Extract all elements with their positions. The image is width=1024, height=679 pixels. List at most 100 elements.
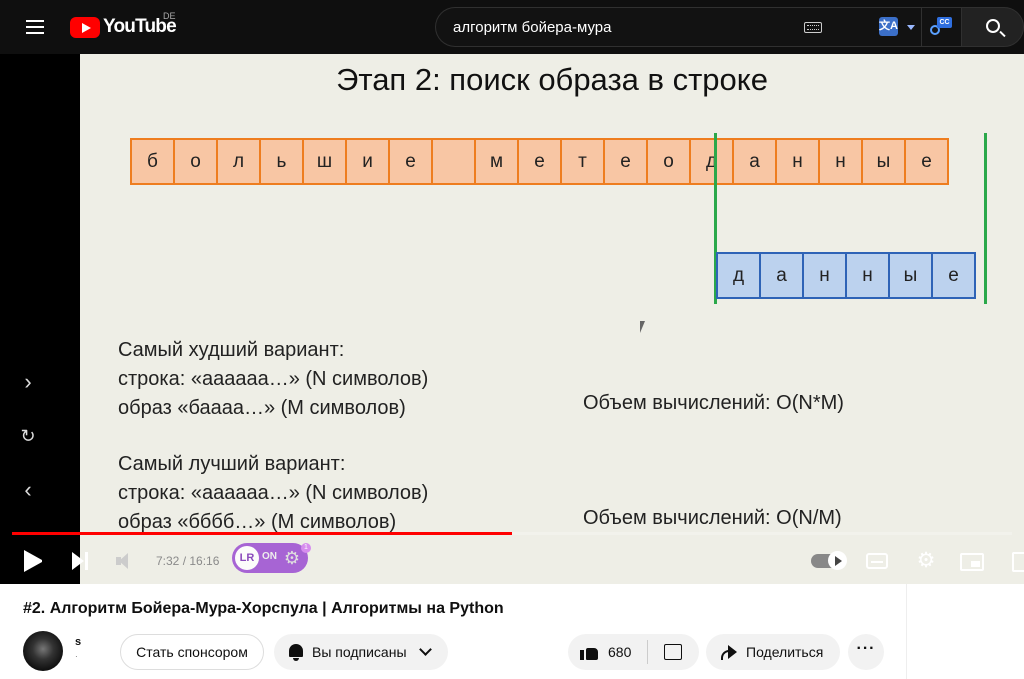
hamburger-icon-bar bbox=[26, 26, 44, 28]
youtube-play-icon bbox=[70, 16, 100, 38]
search-input[interactable] bbox=[453, 8, 793, 46]
youtube-logo[interactable]: YouTube bbox=[70, 15, 177, 39]
best-case-cost: Объем вычислений: O(N/M) bbox=[583, 507, 842, 529]
keyboard-icon[interactable] bbox=[804, 22, 822, 33]
divider bbox=[906, 584, 907, 679]
chevron-down-icon bbox=[419, 643, 432, 656]
string-cell: а bbox=[732, 138, 777, 185]
like-button[interactable]: 680 bbox=[568, 634, 646, 670]
string-cell: д bbox=[689, 138, 734, 185]
string-cell bbox=[431, 138, 476, 185]
string-cells: большиеметеоданные bbox=[130, 138, 949, 185]
worst-case-block: Самый худший вариант: строка: «аааааа…» … bbox=[118, 336, 428, 423]
video-title: #2. Алгоритм Бойера-Мура-Хорспула | Алго… bbox=[23, 600, 504, 617]
chevron-left-icon[interactable]: ‹ bbox=[16, 478, 40, 502]
slide-title: Этап 2: поиск образа в строке bbox=[336, 62, 768, 97]
volume-icon[interactable] bbox=[116, 552, 138, 570]
string-cell: е bbox=[388, 138, 433, 185]
sponsor-button[interactable]: Стать спонсором bbox=[120, 634, 264, 670]
video-player[interactable]: Этап 2: поиск образа в строке большиемет… bbox=[0, 54, 1024, 584]
best-case-heading: Самый лучший вариант: bbox=[118, 453, 346, 475]
more-actions-button[interactable]: ··· bbox=[848, 634, 884, 670]
string-cell: е bbox=[904, 138, 949, 185]
string-cell: е bbox=[517, 138, 562, 185]
extension-logo: LR bbox=[235, 546, 259, 570]
string-cell: н bbox=[818, 138, 863, 185]
slide-frame: Этап 2: поиск образа в строке большиемет… bbox=[80, 54, 1024, 584]
worst-case-string: строка: «аааааа…» (N символов) bbox=[118, 368, 429, 390]
time-display: 7:32 / 16:16 bbox=[156, 554, 220, 568]
region-code: DE bbox=[163, 11, 176, 21]
autoplay-toggle[interactable] bbox=[811, 551, 847, 570]
thumbs-down-icon bbox=[664, 644, 682, 660]
channel-subscribers: · bbox=[75, 652, 78, 661]
notification-badge: 1 bbox=[301, 543, 311, 553]
mouse-cursor-icon bbox=[640, 321, 645, 333]
alignment-line-right bbox=[984, 133, 987, 304]
settings-gear-icon[interactable]: ⚙ bbox=[914, 550, 938, 572]
play-button[interactable] bbox=[24, 550, 44, 572]
subscribed-button[interactable]: Вы подписаны bbox=[274, 634, 448, 670]
cc-badge: CC bbox=[937, 17, 952, 28]
refresh-icon[interactable]: ↻ bbox=[16, 424, 40, 448]
progress-bar[interactable] bbox=[12, 532, 1012, 535]
masthead: YouTube DE 文A CC bbox=[0, 0, 1024, 54]
string-cell: л bbox=[216, 138, 261, 185]
string-cell: б bbox=[130, 138, 175, 185]
progress-played bbox=[12, 532, 512, 535]
share-icon bbox=[720, 643, 738, 661]
string-cell: ь bbox=[259, 138, 304, 185]
miniplayer-button[interactable] bbox=[960, 553, 984, 571]
chevron-right-icon[interactable]: › bbox=[16, 370, 40, 394]
pattern-cell: а bbox=[759, 252, 804, 299]
worst-case-pattern: образ «баааа…» (M символов) bbox=[118, 397, 406, 419]
language-reactor-extension[interactable]: LR ON ⚙ 1 bbox=[232, 543, 311, 573]
string-cell: н bbox=[775, 138, 820, 185]
theater-mode-button[interactable] bbox=[1012, 552, 1024, 572]
pattern-cell: н bbox=[802, 252, 847, 299]
best-case-string: строка: «аааааа…» (N символов) bbox=[118, 482, 429, 504]
worst-case-heading: Самый худший вариант: bbox=[118, 339, 345, 361]
string-cell: ы bbox=[861, 138, 906, 185]
string-cell: т bbox=[560, 138, 605, 185]
search-box bbox=[435, 7, 869, 47]
string-cell: е bbox=[603, 138, 648, 185]
caption-search-extension[interactable]: CC bbox=[921, 7, 961, 47]
subscribed-label: Вы подписаны bbox=[312, 644, 407, 660]
like-dislike-group: 680 bbox=[568, 634, 699, 670]
best-case-block: Самый лучший вариант: строка: «аааааа…» … bbox=[118, 450, 428, 537]
translate-extension[interactable]: 文A bbox=[869, 7, 921, 47]
worst-case-cost: Объем вычислений: O(N*M) bbox=[583, 392, 844, 414]
extension-state: ON bbox=[262, 551, 277, 562]
pattern-cell: ы bbox=[888, 252, 933, 299]
subtitles-button[interactable] bbox=[866, 553, 888, 569]
string-cell: о bbox=[173, 138, 218, 185]
pattern-cells: данные bbox=[716, 252, 976, 299]
search-icon bbox=[986, 19, 1000, 33]
pattern-cell: д bbox=[716, 252, 761, 299]
next-button[interactable] bbox=[72, 551, 92, 571]
translate-icon: 文A bbox=[879, 17, 898, 36]
string-cell: и bbox=[345, 138, 390, 185]
string-cell: м bbox=[474, 138, 519, 185]
caret-down-icon[interactable] bbox=[907, 25, 915, 30]
gear-icon[interactable]: ⚙ bbox=[282, 548, 302, 568]
menu-button[interactable] bbox=[22, 14, 48, 40]
channel-name[interactable]: s bbox=[75, 636, 81, 648]
share-label: Поделиться bbox=[746, 644, 824, 660]
pattern-cell: н bbox=[845, 252, 890, 299]
bell-icon bbox=[286, 642, 306, 662]
search-button[interactable] bbox=[961, 7, 1024, 47]
channel-avatar[interactable] bbox=[23, 631, 63, 671]
pattern-cell: е bbox=[931, 252, 976, 299]
thumbs-up-icon bbox=[580, 644, 598, 660]
hamburger-icon-bar bbox=[26, 20, 44, 22]
player-controls: 7:32 / 16:16 LR ON ⚙ 1 ⚙ bbox=[0, 540, 1024, 584]
dislike-button[interactable] bbox=[648, 634, 699, 670]
youtube-watch-page: YouTube DE 文A CC Этап 2: поиск образа в … bbox=[0, 0, 1024, 679]
hamburger-icon-bar bbox=[26, 32, 44, 34]
share-button[interactable]: Поделиться bbox=[706, 634, 840, 670]
string-cell: о bbox=[646, 138, 691, 185]
like-count: 680 bbox=[608, 644, 632, 660]
string-cell: ш bbox=[302, 138, 347, 185]
